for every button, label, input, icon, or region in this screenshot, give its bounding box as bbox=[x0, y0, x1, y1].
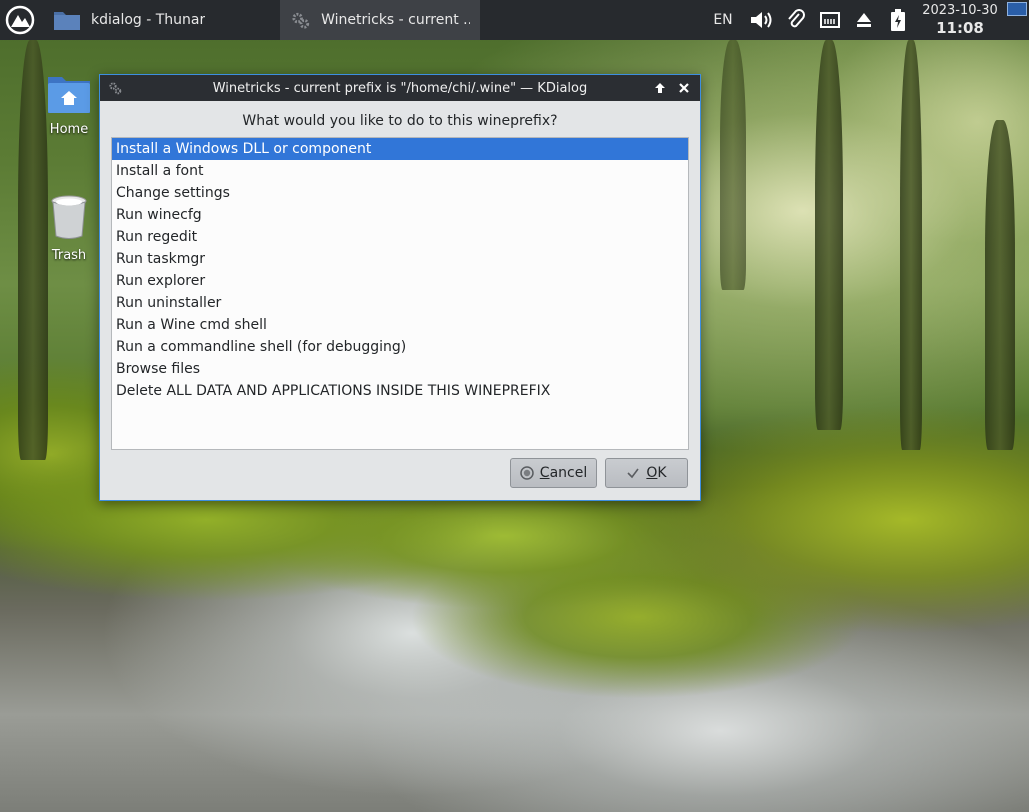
ok-button[interactable]: OK bbox=[605, 458, 688, 488]
list-item[interactable]: Run winecfg bbox=[112, 204, 688, 226]
network-icon[interactable] bbox=[813, 0, 847, 40]
keep-above-button[interactable] bbox=[648, 75, 672, 101]
wallpaper-tree bbox=[900, 40, 922, 450]
list-item[interactable]: Run explorer bbox=[112, 270, 688, 292]
folder-icon bbox=[54, 12, 80, 30]
dialog-prompt: What would you like to do to this winepr… bbox=[242, 113, 558, 129]
top-panel: kdialog - Thunar Winetricks - current ..… bbox=[0, 0, 1029, 40]
gear-icon bbox=[292, 12, 310, 29]
gear-icon[interactable] bbox=[108, 81, 122, 99]
clock[interactable]: 2023-10-30 11:08 bbox=[915, 0, 1005, 40]
list-item[interactable]: Run taskmgr bbox=[112, 248, 688, 270]
checkmark-icon bbox=[627, 468, 640, 479]
window-title: Winetricks - current prefix is "/home/ch… bbox=[212, 80, 588, 96]
close-icon bbox=[679, 83, 689, 93]
list-item[interactable]: Install a Windows DLL or component bbox=[112, 138, 688, 160]
cancel-icon bbox=[520, 466, 534, 480]
clock-time: 11:08 bbox=[936, 18, 984, 37]
keyboard-layout-indicator[interactable]: EN bbox=[703, 0, 743, 40]
cancel-button[interactable]: Cancel bbox=[510, 458, 597, 488]
wallpaper-tree bbox=[985, 120, 1015, 450]
list-item[interactable]: Run uninstaller bbox=[112, 292, 688, 314]
wallpaper-tree bbox=[815, 40, 843, 430]
eject-icon[interactable] bbox=[847, 0, 881, 40]
workspace-switcher[interactable] bbox=[1005, 0, 1029, 40]
trash-icon bbox=[51, 195, 87, 239]
workspace-1-indicator[interactable] bbox=[1007, 2, 1027, 16]
clock-date: 2023-10-30 bbox=[922, 3, 998, 19]
task-thunar[interactable]: kdialog - Thunar bbox=[43, 0, 243, 40]
kdialog-window: Winetricks - current prefix is "/home/ch… bbox=[99, 74, 701, 501]
paperclip-icon[interactable] bbox=[779, 0, 813, 40]
desktop-icon-trash[interactable]: Trash bbox=[29, 194, 109, 263]
cancel-label: Cancel bbox=[539, 465, 588, 481]
task-winetricks[interactable]: Winetricks - current ... bbox=[280, 0, 480, 40]
battery-icon[interactable] bbox=[881, 0, 915, 40]
list-item[interactable]: Change settings bbox=[112, 182, 688, 204]
system-tray: EN 2023-10-30 11:08 bbox=[703, 0, 1029, 40]
launcher-logo-icon bbox=[5, 5, 35, 35]
wallpaper-tree bbox=[720, 40, 746, 290]
arrow-up-icon bbox=[655, 83, 665, 93]
desktop-icon-home[interactable]: Home bbox=[29, 68, 109, 137]
application-menu-button[interactable] bbox=[0, 0, 40, 40]
list-item[interactable]: Browse files bbox=[112, 358, 688, 380]
list-item[interactable]: Run a commandline shell (for debugging) bbox=[112, 336, 688, 358]
home-folder-icon bbox=[48, 77, 90, 113]
list-item[interactable]: Delete ALL DATA AND APPLICATIONS INSIDE … bbox=[112, 380, 688, 402]
desktop-icon-label: Home bbox=[49, 122, 89, 137]
list-item[interactable]: Install a font bbox=[112, 160, 688, 182]
task-label: Winetricks - current ... bbox=[321, 12, 470, 28]
action-list[interactable]: Install a Windows DLL or component Insta… bbox=[111, 137, 689, 450]
window-titlebar[interactable]: Winetricks - current prefix is "/home/ch… bbox=[100, 75, 700, 101]
ok-label: OK bbox=[646, 465, 667, 481]
volume-icon[interactable] bbox=[743, 0, 779, 40]
desktop-icon-label: Trash bbox=[51, 248, 87, 263]
dialog-buttons: Cancel OK bbox=[510, 458, 688, 488]
list-item[interactable]: Run a Wine cmd shell bbox=[112, 314, 688, 336]
task-label: kdialog - Thunar bbox=[91, 12, 206, 28]
list-item[interactable]: Run regedit bbox=[112, 226, 688, 248]
close-button[interactable] bbox=[672, 75, 696, 101]
